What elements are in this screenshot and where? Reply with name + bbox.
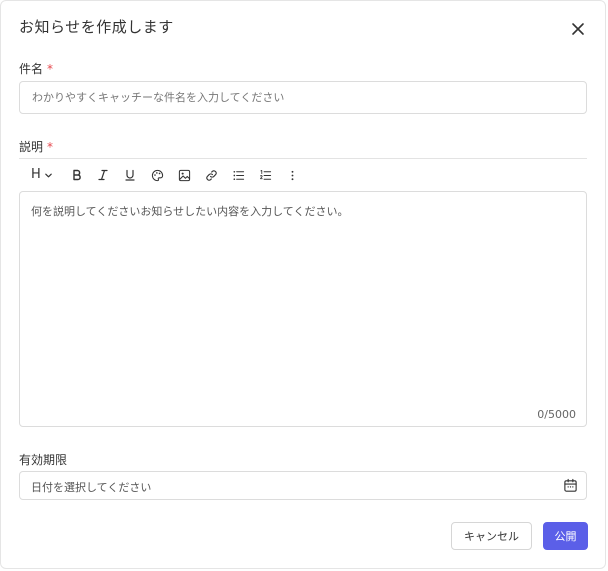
calendar-icon [564, 478, 577, 492]
expiry-date-picker[interactable]: 日付を選択してください [19, 471, 587, 500]
subject-input[interactable] [19, 81, 587, 114]
italic-icon [98, 169, 108, 181]
char-counter: 0/5000 [537, 408, 576, 421]
expiry-label: 有効期限 [19, 453, 68, 467]
close-icon [572, 23, 584, 35]
description-placeholder: 何を説明してくださいお知らせしたい内容を入力してください。 [31, 205, 349, 218]
description-label: 説明 * [19, 138, 53, 155]
bullet-list-button[interactable] [230, 167, 246, 183]
link-button[interactable] [203, 167, 219, 183]
chevron-down-icon [44, 173, 52, 177]
more-button[interactable] [284, 167, 300, 183]
numbered-list-icon [259, 169, 271, 180]
underline-button[interactable] [122, 167, 138, 183]
numbered-list-button[interactable] [257, 167, 273, 183]
bold-button[interactable] [69, 167, 85, 183]
announcement-dialog: お知らせを作成します 件名* 説明* H [0, 0, 606, 569]
italic-button[interactable] [95, 167, 111, 183]
heading-dropdown-button[interactable]: H [31, 167, 55, 183]
description-editor[interactable]: 何を説明してくださいお知らせしたい内容を入力してください。 0/5000 [19, 191, 587, 427]
more-vertical-icon [291, 170, 293, 180]
image-button[interactable] [176, 167, 192, 183]
required-mark: * [47, 62, 54, 76]
cancel-button[interactable]: キャンセル [451, 522, 532, 550]
publish-button[interactable]: 公開 [543, 522, 588, 550]
image-icon [178, 169, 190, 181]
date-placeholder: 日付を選択してください [31, 481, 152, 494]
required-mark: * [47, 140, 54, 154]
bold-icon [73, 169, 81, 181]
editor-toolbar: H [19, 158, 587, 191]
subject-label-text: 件名 [19, 62, 44, 76]
heading-icon: H [31, 167, 41, 182]
underline-icon [125, 169, 135, 181]
description-label-text: 説明 [19, 140, 44, 154]
text-color-button[interactable] [149, 167, 165, 183]
link-icon [205, 169, 217, 181]
palette-icon [151, 169, 163, 181]
dialog-title: お知らせを作成します [19, 18, 174, 36]
subject-label: 件名 * [19, 60, 53, 77]
close-button[interactable] [569, 20, 587, 38]
bullet-list-icon [232, 170, 244, 180]
